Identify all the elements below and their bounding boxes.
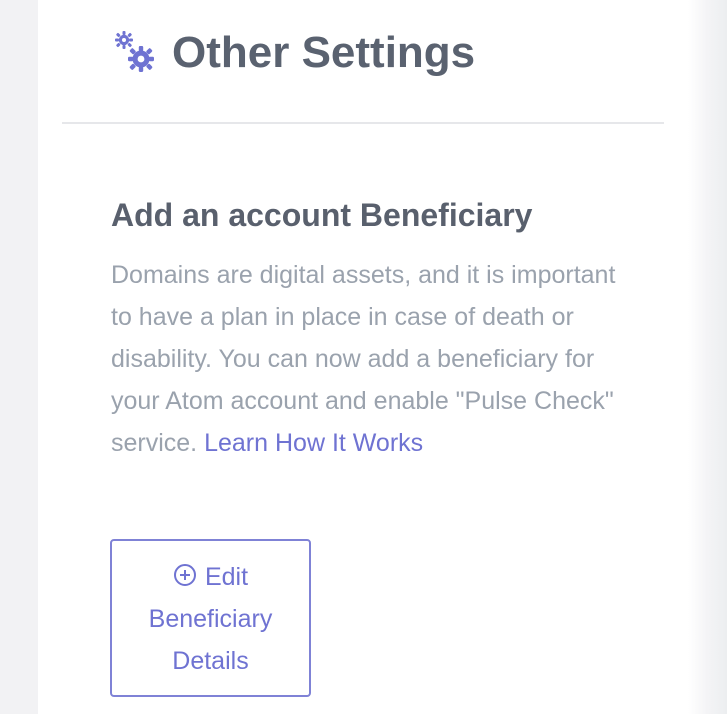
plus-circle-icon bbox=[173, 564, 196, 586]
edit-button-label-line1: Edit bbox=[204, 563, 249, 591]
page-edge-shadow bbox=[688, 0, 727, 714]
edit-button-line1-wrap: Edit bbox=[122, 556, 299, 598]
edit-beneficiary-details-button[interactable]: Edit Beneficiary Details bbox=[110, 539, 311, 697]
learn-how-it-works-link[interactable]: Learn How It Works bbox=[204, 429, 423, 457]
page-title: Other Settings bbox=[172, 28, 476, 77]
description-text: Domains are digital assets, and it is im… bbox=[111, 261, 616, 457]
section-description: Domains are digital assets, and it is im… bbox=[111, 254, 636, 464]
edit-button-label-line3: Details bbox=[172, 647, 249, 675]
gears-icon bbox=[115, 31, 154, 72]
section-title: Add an account Beneficiary bbox=[111, 197, 533, 233]
header-divider bbox=[62, 122, 664, 124]
edit-button-label-line2: Beneficiary bbox=[148, 605, 273, 633]
